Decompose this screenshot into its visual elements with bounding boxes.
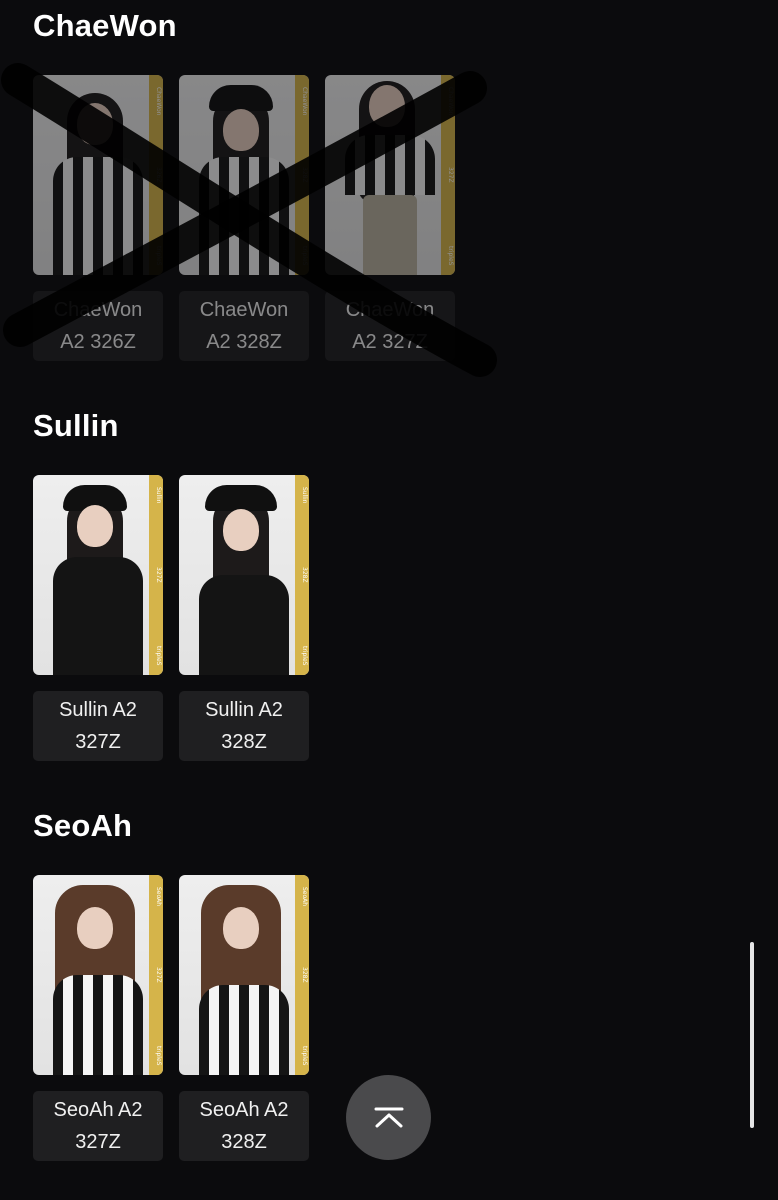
photocard-sullin-328z[interactable]: Sullin 328Z tripleS Sullin A2 328Z xyxy=(179,475,309,761)
photocard-label: ChaeWon A2 326Z xyxy=(33,291,163,361)
scroll-to-top-button[interactable] xyxy=(346,1075,431,1160)
band-group-name: tripleS xyxy=(301,645,308,665)
card-code: 327Z xyxy=(75,731,121,753)
photocard-chaewon-328z[interactable]: ChaeWon 328Z tripleS ChaeWon A2 328Z xyxy=(179,75,309,361)
card-code: 328Z xyxy=(221,731,267,753)
photocard-label: SeoAh A2 327Z xyxy=(33,1091,163,1161)
card-code: A2 326Z xyxy=(60,331,136,353)
scrollbar-thumb[interactable] xyxy=(750,942,754,1128)
band-card-number: 327Z xyxy=(155,967,162,983)
band-card-number: 326Z xyxy=(155,167,162,183)
section-title-seoah: SeoAh xyxy=(33,808,133,843)
photocard-chaewon-327z[interactable]: ChaeWon 327Z tripleS ChaeWon A2 327Z xyxy=(325,75,455,361)
band-member-name: Sullin xyxy=(301,487,308,504)
photocard-seoah-327z[interactable]: SeoAh 327Z tripleS SeoAh A2 327Z xyxy=(33,875,163,1161)
photocard-sullin-327z[interactable]: Sullin 327Z tripleS Sullin A2 327Z xyxy=(33,475,163,761)
photocard-label: Sullin A2 328Z xyxy=(179,691,309,761)
band-member-name: ChaeWon xyxy=(155,87,162,116)
card-member-name: SeoAh A2 xyxy=(199,1099,289,1121)
band-group-name: tripleS xyxy=(447,245,454,265)
photocard-image: ChaeWon 328Z tripleS xyxy=(179,75,309,275)
band-member-name: ChaeWon xyxy=(447,87,454,116)
card-code: A2 328Z xyxy=(206,331,282,353)
band-member-name: SeoAh xyxy=(155,887,162,907)
card-member-name: Sullin A2 xyxy=(205,699,283,721)
chevron-up-bar-icon xyxy=(374,1107,403,1127)
photocard-label: Sullin A2 327Z xyxy=(33,691,163,761)
band-card-number: 328Z xyxy=(301,567,308,583)
photocard-label: ChaeWon A2 328Z xyxy=(179,291,309,361)
photocard-image: ChaeWon 326Z tripleS xyxy=(33,75,163,275)
band-group-name: tripleS xyxy=(155,245,162,265)
band-card-number: 328Z xyxy=(301,967,308,983)
band-member-name: Sullin xyxy=(155,487,162,504)
card-code: 327Z xyxy=(75,1131,121,1153)
card-member-name: ChaeWon xyxy=(199,299,289,321)
band-member-name: ChaeWon xyxy=(301,87,308,116)
photocard-chaewon-326z[interactable]: ChaeWon 326Z tripleS ChaeWon A2 326Z xyxy=(33,75,163,361)
photocard-image: SeoAh 328Z tripleS xyxy=(179,875,309,1075)
photocard-image: ChaeWon 327Z tripleS xyxy=(325,75,455,275)
photocard-label: SeoAh A2 328Z xyxy=(179,1091,309,1161)
band-group-name: tripleS xyxy=(155,1045,162,1065)
section-title-chaewon: ChaeWon xyxy=(33,8,177,43)
photocard-image: SeoAh 327Z tripleS xyxy=(33,875,163,1075)
card-code: A2 327Z xyxy=(352,331,428,353)
band-group-name: tripleS xyxy=(301,1045,308,1065)
card-member-name: SeoAh A2 xyxy=(53,1099,143,1121)
band-card-number: 328Z xyxy=(301,167,308,183)
photocard-seoah-328z[interactable]: SeoAh 328Z tripleS SeoAh A2 328Z xyxy=(179,875,309,1161)
band-card-number: 327Z xyxy=(447,167,454,183)
photocard-image: Sullin 327Z tripleS xyxy=(33,475,163,675)
band-member-name: SeoAh xyxy=(301,887,308,907)
band-card-number: 327Z xyxy=(155,567,162,583)
section-title-sullin: Sullin xyxy=(33,408,119,443)
card-member-name: ChaeWon xyxy=(345,299,435,321)
photocard-label: ChaeWon A2 327Z xyxy=(325,291,455,361)
card-code: 328Z xyxy=(221,1131,267,1153)
photocard-image: Sullin 328Z tripleS xyxy=(179,475,309,675)
card-member-name: Sullin A2 xyxy=(59,699,137,721)
band-group-name: tripleS xyxy=(301,245,308,265)
band-group-name: tripleS xyxy=(155,645,162,665)
card-member-name: ChaeWon xyxy=(53,299,143,321)
